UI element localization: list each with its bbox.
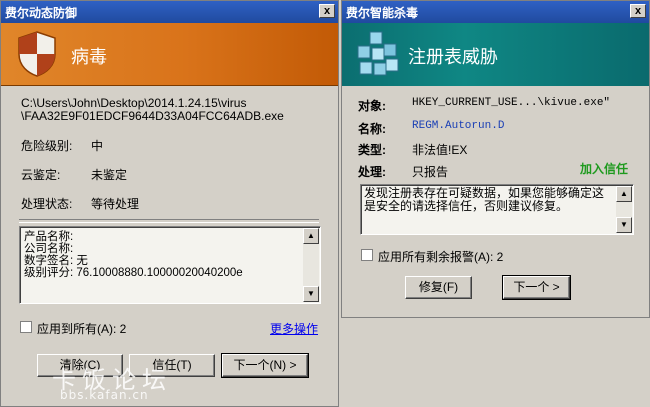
apply-remaining-label: 应用所有剩余报警(A): 2 (378, 250, 504, 264)
object-value: HKEY_CURRENT_USE...\kivue.exe" (412, 97, 611, 109)
dialog1-title: 费尔动态防御 (5, 5, 78, 20)
scroll-up-icon[interactable]: ▲ (616, 186, 632, 202)
virus-path-line1: C:\Users\John\Desktop\2014.1.24.15\virus (21, 96, 247, 110)
scroll-down-icon[interactable]: ▼ (616, 217, 632, 233)
watermark-url: bbs.kafan.cn (60, 388, 149, 402)
smart-antivirus-dialog: 费尔智能杀毒 x 注册表威胁 对象: HKEY_CURRENT_USE...\k… (341, 0, 650, 318)
scroll-up-icon[interactable]: ▲ (303, 228, 319, 244)
type-label: 类型: (358, 143, 386, 157)
cloud-verdict-label: 云鉴定: (21, 168, 61, 182)
add-trust-link[interactable]: 加入信任 (580, 160, 628, 177)
action-label: 处理: (358, 165, 386, 179)
dialog2-titlebar[interactable]: 费尔智能杀毒 x (342, 1, 649, 23)
danger-level-label: 危险级别: (21, 139, 73, 153)
next-button[interactable]: 下一个 > (502, 275, 571, 300)
detail-product-name: 产品名称: (24, 231, 74, 243)
message-text: 发现注册表存在可疑数据，如果您能够确定这是安全的请选择信任，否则建议修复。 (364, 186, 605, 213)
repair-button[interactable]: 修复(F) (405, 276, 472, 299)
dialog2-close-button[interactable]: x (630, 4, 646, 18)
dialog2-banner-title: 注册表威胁 (408, 47, 498, 68)
type-value: 非法值!EX (412, 143, 468, 157)
dialog2-title: 费尔智能杀毒 (346, 5, 419, 20)
apply-remaining-checkbox[interactable] (361, 249, 373, 261)
message-textbox[interactable]: 发现注册表存在可疑数据，如果您能够确定这是安全的请选择信任，否则建议修复。 ▲ … (360, 184, 634, 235)
name-value: REGM.Autorun.D (412, 120, 505, 132)
dialog2-banner: 注册表威胁 (342, 23, 649, 86)
detail-score: 级别评分: 76.10008880.10000020040200e (24, 267, 243, 279)
dialog1-close-button[interactable]: x (319, 4, 335, 18)
registry-cubes-icon (357, 31, 399, 76)
scroll-down-icon[interactable]: ▼ (303, 286, 319, 302)
message-scrollbar[interactable]: ▲ ▼ (616, 186, 632, 233)
virus-path-line2: \FAA32E9F01EDCF9644D33A04FCC64ADB.exe (21, 109, 284, 123)
dynamic-defense-dialog: 费尔动态防御 x 病毒 C:\Users\John\Desktop\2014.1… (0, 0, 339, 407)
detail-company-name: 公司名称: (24, 243, 74, 255)
danger-level-value: 中 (91, 139, 104, 153)
apply-all-label: 应用到所有(A): 2 (37, 322, 127, 336)
cloud-verdict-value: 未鉴定 (91, 168, 128, 182)
object-label: 对象: (358, 99, 386, 113)
dialog1-banner-title: 病毒 (71, 47, 107, 68)
details-textbox[interactable]: 产品名称: 公司名称: 数字签名: 无 级别评分: 76.10008880.10… (19, 226, 321, 304)
name-label: 名称: (358, 122, 386, 136)
process-status-label: 处理状态: (21, 197, 73, 211)
details-scrollbar[interactable]: ▲ ▼ (303, 228, 319, 302)
more-operations-link[interactable]: 更多操作 (270, 320, 318, 337)
dialog1-titlebar[interactable]: 费尔动态防御 x (1, 1, 338, 23)
detail-signature: 数字签名: 无 (24, 255, 88, 267)
process-status-value: 等待处理 (91, 197, 140, 211)
apply-all-checkbox[interactable] (20, 321, 32, 333)
shield-icon (18, 31, 56, 77)
dialog1-banner: 病毒 (1, 23, 338, 86)
action-value: 只报告 (412, 165, 449, 179)
details-content: 产品名称: 公司名称: 数字签名: 无 级别评分: 76.10008880.10… (24, 231, 243, 279)
dialog1-divider (19, 219, 319, 223)
next-button[interactable]: 下一个(N) > (221, 353, 309, 378)
